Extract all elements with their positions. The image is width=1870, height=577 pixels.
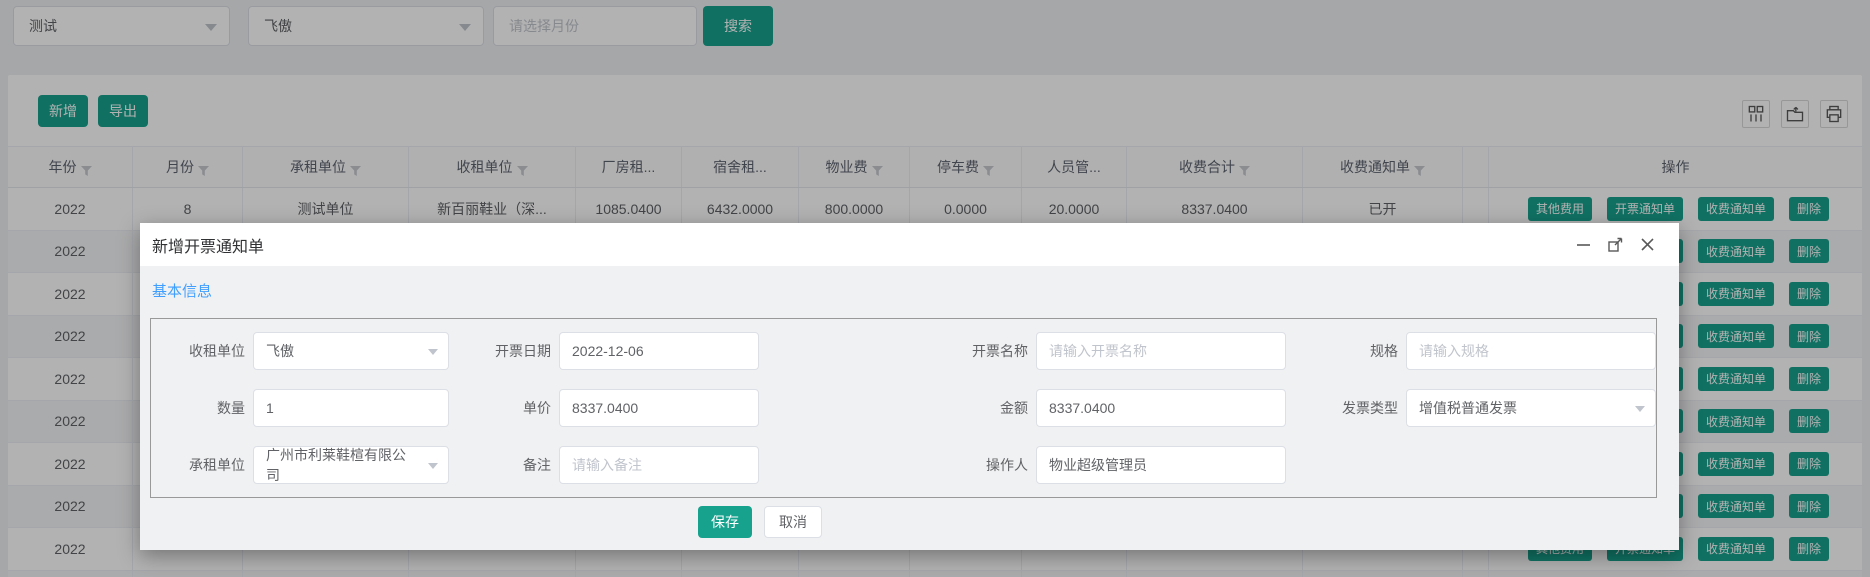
page: 测试 飞傲 搜索 新增 导出 (0, 0, 1870, 577)
tenant-field-select[interactable]: 广州市利莱鞋楦有限公司 (253, 446, 449, 484)
operator-field[interactable] (1036, 446, 1286, 484)
invoice-name-label: 开票名称 (767, 341, 1028, 361)
section-title: 基本信息 (152, 280, 1679, 302)
minimize-icon[interactable] (1576, 237, 1591, 252)
dialog-body: 基本信息 收租单位 飞傲 开票日期 开票名称 规格 数量 (140, 266, 1679, 550)
chevron-down-icon (428, 463, 438, 474)
quantity-label: 数量 (151, 398, 245, 418)
landlord-field-select[interactable]: 飞傲 (253, 332, 449, 370)
tenant-label: 承租单位 (151, 455, 245, 475)
dialog-footer: 保存 取消 (698, 506, 1679, 538)
chevron-down-icon (1635, 406, 1645, 417)
invoice-date-field[interactable] (559, 332, 759, 370)
cancel-button[interactable]: 取消 (764, 506, 822, 538)
invoice-date-label: 开票日期 (457, 341, 551, 361)
remark-label: 备注 (457, 455, 551, 475)
invoice-name-field[interactable] (1036, 332, 1286, 370)
save-button[interactable]: 保存 (698, 506, 752, 538)
invoice-notice-dialog: 新增开票通知单 基本信息 (140, 223, 1679, 550)
invoice-type-label: 发票类型 (1294, 398, 1398, 418)
landlord-label: 收租单位 (151, 341, 245, 361)
invoice-type-select[interactable]: 增值税普通发票 (1406, 389, 1656, 427)
amount-field[interactable] (1036, 389, 1286, 427)
remark-field[interactable] (559, 446, 759, 484)
dialog-header: 新增开票通知单 (140, 223, 1679, 266)
spec-label: 规格 (1294, 341, 1398, 361)
basic-info-form: 收租单位 飞傲 开票日期 开票名称 规格 数量 单价 (150, 318, 1657, 498)
operator-label: 操作人 (767, 455, 1028, 475)
dialog-title: 新增开票通知单 (152, 233, 1576, 257)
unit-price-label: 单价 (457, 398, 551, 418)
unit-price-field[interactable] (559, 389, 759, 427)
spec-field[interactable] (1406, 332, 1656, 370)
amount-label: 金额 (767, 398, 1028, 418)
fullscreen-icon[interactable] (1608, 237, 1623, 252)
close-icon[interactable] (1640, 237, 1655, 252)
quantity-field[interactable] (253, 389, 449, 427)
chevron-down-icon (428, 349, 438, 360)
